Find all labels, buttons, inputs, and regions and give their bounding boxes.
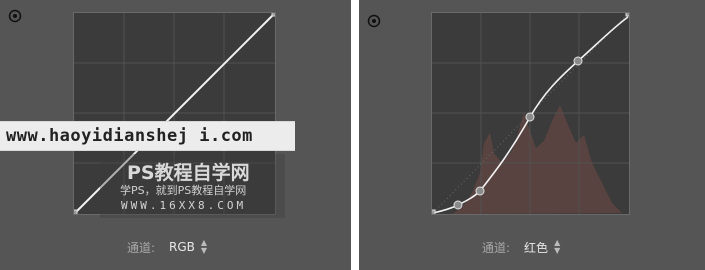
- curve-point-4[interactable]: [573, 56, 583, 66]
- watermark-url: www.haoyidianshej i.com: [6, 126, 253, 146]
- target-adjust-icon[interactable]: [8, 9, 22, 23]
- curve-grid-red: [432, 13, 629, 214]
- curve-point-1[interactable]: [453, 200, 463, 210]
- channel-value: RGB: [169, 240, 195, 254]
- histogram-red: [452, 105, 622, 214]
- updown-arrows-icon: ▲ ▼: [200, 238, 208, 255]
- channel-value: 红色: [524, 240, 549, 255]
- curve-point-black[interactable]: [432, 209, 436, 214]
- watermark-url-banner: www.haoyidianshej i.com: [0, 121, 295, 151]
- watermark-site: WWW.16XX8.COM: [121, 199, 247, 212]
- updown-arrows-icon: ▲ ▼: [554, 238, 561, 255]
- curve-point-2[interactable]: [475, 186, 485, 196]
- watermark-title: PS教程自学网: [127, 162, 250, 184]
- target-adjust-icon[interactable]: [367, 14, 381, 28]
- channel-selector-rgb[interactable]: 通道: RGB ▲ ▼: [127, 237, 207, 257]
- channel-selector-red[interactable]: 通道: 红色 ▲ ▼: [482, 237, 560, 257]
- curves-panel-red: 通道: 红色 ▲ ▼: [359, 0, 705, 270]
- curve-point-white[interactable]: [271, 13, 275, 17]
- curve-point-white[interactable]: [625, 13, 629, 17]
- channel-label: 通道:: [127, 240, 156, 255]
- curve-point-black[interactable]: [74, 209, 78, 214]
- curve-graph-red[interactable]: [431, 12, 630, 215]
- watermark-subtitle: 学PS，就到PS教程自学网: [120, 184, 247, 197]
- curve-point-3[interactable]: [525, 112, 535, 122]
- channel-label: 通道:: [482, 240, 511, 255]
